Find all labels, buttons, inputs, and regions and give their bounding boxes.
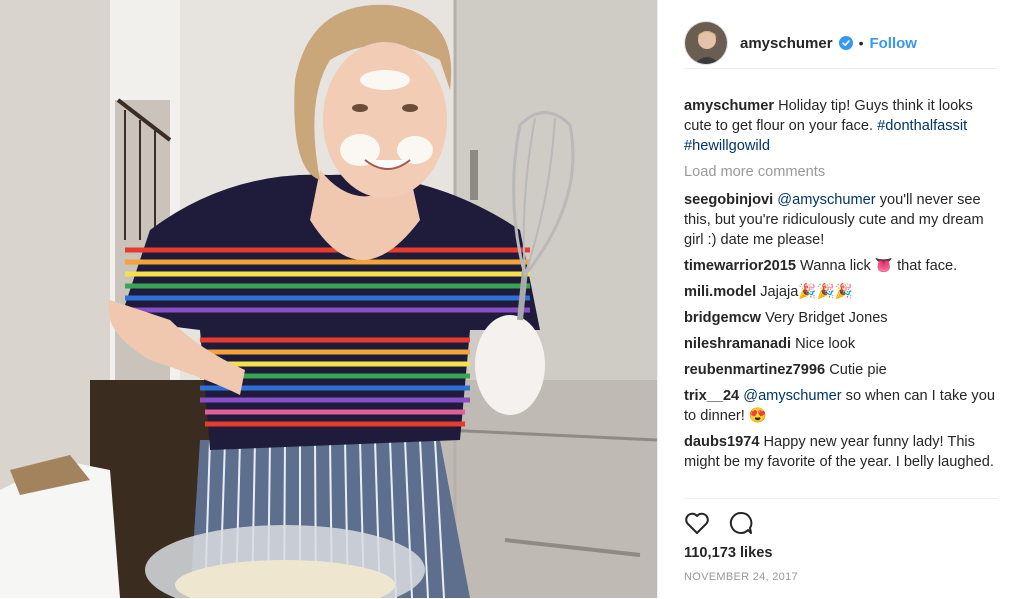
comments-list: amyschumer Holiday tip! Guys think it lo… <box>684 96 1004 478</box>
comment-username[interactable]: trix__24 <box>684 388 739 404</box>
comment-item: mili.model Jajaja🎉🎉🎉 <box>684 282 1004 302</box>
load-more-comments-button[interactable]: Load more comments <box>684 162 1004 182</box>
comment-item: trix__24 @amyschumer so when can I take … <box>684 386 1004 426</box>
hashtag-link[interactable]: #donthalfassit <box>877 118 967 134</box>
comment-username[interactable]: bridgemcw <box>684 310 761 326</box>
action-icons <box>684 511 998 535</box>
post-date: NOVEMBER 24, 2017 <box>684 571 798 583</box>
comment-item: seegobinjovi @amyschumer you'll never se… <box>684 190 1004 250</box>
comment-text: Jajaja🎉🎉🎉 <box>760 284 853 300</box>
verified-badge-icon <box>838 36 853 50</box>
comment-username[interactable]: mili.model <box>684 284 756 300</box>
likes-count[interactable]: 110,173 likes <box>684 545 998 561</box>
comment-item: nileshramanadi Nice look <box>684 334 1004 354</box>
avatar[interactable] <box>684 21 728 65</box>
comment-mention[interactable]: @amyschumer <box>743 388 841 404</box>
caption: amyschumer Holiday tip! Guys think it lo… <box>684 96 1004 156</box>
comment-bubble-icon[interactable] <box>728 511 754 535</box>
comment-item: daubs1974 Happy new year funny lady! Thi… <box>684 432 1004 472</box>
comment-mention[interactable]: @amyschumer <box>777 192 875 208</box>
comment-item: bridgemcw Very Bridget Jones <box>684 308 1004 328</box>
header-username[interactable]: amyschumer <box>740 35 833 52</box>
separator-dot: • <box>858 35 864 51</box>
comment-text: Very Bridget Jones <box>765 310 888 326</box>
instagram-post: amyschumer • Follow amyschumer Holiday t… <box>0 0 1024 598</box>
comment-username[interactable]: daubs1974 <box>684 434 759 450</box>
heart-icon[interactable] <box>684 511 710 535</box>
comment-username[interactable]: seegobinjovi <box>684 192 773 208</box>
comment-username[interactable]: timewarrior2015 <box>684 258 796 274</box>
post-photo[interactable] <box>0 0 657 598</box>
comment-username[interactable]: nileshramanadi <box>684 336 791 352</box>
comment-text: Nice look <box>795 336 856 352</box>
post-header: amyschumer • Follow <box>684 18 998 69</box>
hashtag-link[interactable]: #hewillgowild <box>684 138 770 154</box>
post-actions: 110,173 likes NOVEMBER 24, 2017 <box>684 498 998 599</box>
comment-text: Cutie pie <box>829 362 887 378</box>
comment-text: Wanna lick 👅 that face. <box>800 258 958 274</box>
photo-illustration <box>0 0 657 598</box>
follow-button[interactable]: Follow <box>869 35 917 52</box>
comment-item: reubenmartinez7996 Cutie pie <box>684 360 1004 380</box>
comment-username[interactable]: reubenmartinez7996 <box>684 362 825 378</box>
avatar-image <box>685 22 727 64</box>
comment-item: timewarrior2015 Wanna lick 👅 that face. <box>684 256 1004 276</box>
post-sidebar: amyschumer • Follow amyschumer Holiday t… <box>657 0 1024 598</box>
caption-username[interactable]: amyschumer <box>684 98 774 114</box>
